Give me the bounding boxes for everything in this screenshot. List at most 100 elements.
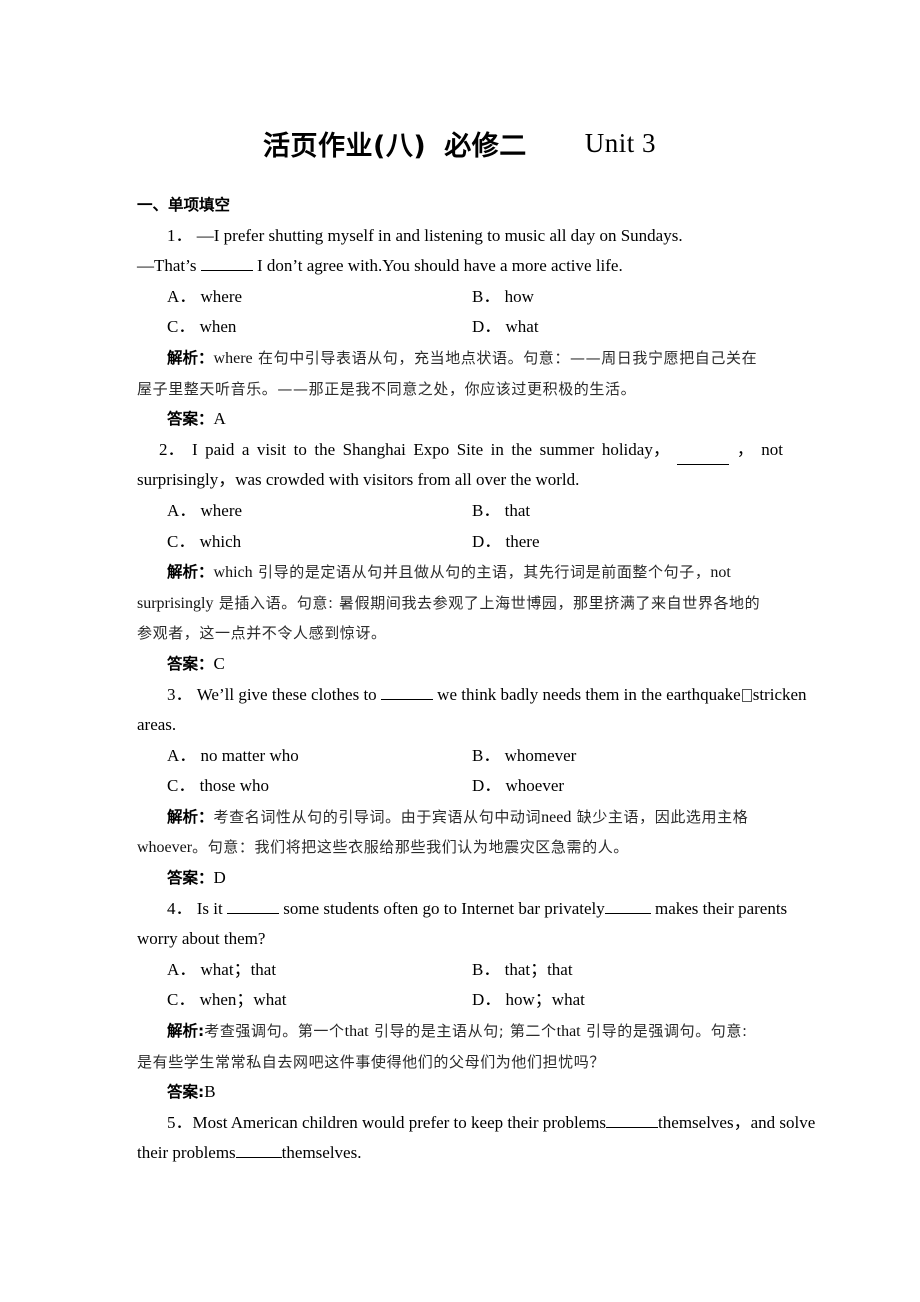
analysis-keyword: that (556, 1023, 581, 1041)
q2-w: I (191, 439, 198, 459)
option-1-B[interactable]: B． how (472, 282, 772, 313)
question-3-stem-line-2: areas. (137, 710, 783, 741)
analysis-keyword: not (710, 564, 731, 582)
question-2-number: 2． (159, 439, 185, 459)
analysis-keyword: that (344, 1023, 369, 1041)
option-2-D[interactable]: D． there (472, 527, 772, 558)
section-heading: 一、单项填空 (137, 196, 231, 214)
question-4-stem-prefix: Is it (196, 898, 223, 918)
analysis-text: 引导的是强调句。句意: (586, 1022, 748, 1041)
q2-w: a (241, 439, 250, 459)
option-4-D[interactable]: D． how；what (472, 985, 772, 1016)
option-3-C[interactable]: C． those who (167, 771, 472, 802)
question-2-analysis-line-3: 参观者，这一点并不令人感到惊讶。 (137, 618, 783, 649)
option-1-A[interactable]: A． where (167, 282, 472, 313)
q2-w: paid (205, 439, 235, 459)
question-3-stem-line-1: 3． We’ll give these clothes to we think … (137, 680, 807, 711)
question-4-stem-middle: some students often go to Internet bar p… (283, 898, 605, 918)
question-1-answer-row: 答案：A (167, 409, 226, 429)
option-3-A[interactable]: A． no matter who (167, 741, 472, 772)
question-4-options-row-2: C． when；what D． how；what (137, 985, 783, 1016)
question-4-stem-line-2: worry about them? (137, 924, 783, 955)
question-3-stem-suffix2: stricken (752, 684, 807, 704)
question-2-stem-text: surprisingly，was crowded with visitors f… (137, 470, 580, 490)
question-1-stem-prefix: —That’s (137, 256, 197, 276)
answer-label: 答案 (167, 869, 199, 888)
analysis-label: 解析 (167, 1022, 199, 1041)
question-3-blank[interactable] (380, 698, 433, 700)
q2-w: Expo (413, 439, 450, 459)
question-2-analysis-line-2: surprisingly 是插入语。句意: 暑假期间我去参观了上海世博园，那里挤… (137, 588, 783, 619)
option-1-D[interactable]: D． what (472, 312, 772, 343)
option-4-B[interactable]: B． that；that (472, 955, 772, 986)
question-3-options-row-1: A． no matter who B． whomever (137, 741, 783, 772)
q2-w: Shanghai (342, 439, 406, 459)
option-2-B[interactable]: B． that (472, 496, 772, 527)
document-body: 一、单项填空 1． —I prefer shutting myself in a… (137, 190, 815, 1169)
question-4-analysis-line-1: 解析:考查强调句。第一个that 引导的是主语从句; 第二个that 引导的是强… (167, 1022, 748, 1041)
option-2-A[interactable]: A． where (167, 496, 472, 527)
question-1-stem-text: —I prefer shutting myself in and listeni… (196, 225, 683, 245)
question-4-options-row-1: A． what；that B． that；that (137, 955, 783, 986)
answer-label: 答案 (167, 410, 199, 429)
option-2-C[interactable]: C． which (167, 527, 472, 558)
question-2-blank[interactable] (677, 435, 730, 466)
question-5-stem-line-2: their problems themselves. (137, 1138, 783, 1169)
section-heading-row: 一、单项填空 (137, 190, 783, 221)
q2-w: visit (256, 439, 287, 459)
question-2-analysis-line-1: 解析：which 引导的是定语从句并且做从句的主语，其先行词是前面整个句子，no… (167, 563, 731, 582)
q2-w: to (293, 439, 307, 459)
analysis-keyword: whoever (137, 839, 193, 857)
question-1-analysis-line-1: 解析：where 在句中引导表语从句，充当地点状语。句意：——周日我宁愿把自己关… (167, 348, 758, 367)
question-4-number: 4． (167, 898, 193, 918)
question-1-stem-line-1: 1． —I prefer shutting myself in and list… (137, 221, 783, 252)
analysis-text: 考查强调句。第一个 (204, 1022, 345, 1041)
analysis-text: 。句意：我们将把这些衣服给那些我们认为地震灾区急需的人。 (192, 838, 629, 857)
analysis-text: 引导的是主语从句; 第二个 (374, 1022, 557, 1041)
question-1-blank[interactable] (200, 270, 253, 272)
question-5-blank-2[interactable] (235, 1157, 282, 1159)
analysis-text: 是有些学生常常私自去网吧这件事使得他们的父母们为他们担忧吗？ (137, 1052, 606, 1071)
page-title: 活页作业(八) 必修二 Unit 3 (137, 120, 782, 166)
question-2-options-row-1: A． where B． that (137, 496, 783, 527)
option-1-C[interactable]: C． when (167, 312, 472, 343)
answer-1-value: A (213, 409, 226, 429)
analysis-keyword: need (541, 808, 572, 826)
answer-2-value: C (213, 653, 225, 673)
question-3-stem-text: areas. (137, 715, 177, 735)
analysis-text: 考查名词性从句的引导词。由于宾语从句中动词 (213, 807, 542, 826)
question-1-stem-suffix: I don’t agree with.You should have a mor… (257, 256, 623, 276)
question-1-options-row-1: A． where B． how (137, 282, 783, 313)
question-4-answer-row: 答案:B (167, 1082, 216, 1102)
q2-w: Site (456, 439, 484, 459)
question-4-stem-suffix: makes their parents (654, 898, 788, 918)
placeholder-box-icon (741, 689, 752, 703)
document-page: 活页作业(八) 必修二 Unit 3 一、单项填空 1． —I prefer s… (0, 0, 920, 1302)
question-4-stem-line-1: 4． Is it some students often go to Inter… (137, 894, 787, 925)
question-5-blank-1[interactable] (606, 1126, 659, 1128)
question-3-analysis-line-1: 解析：考查名词性从句的引导词。由于宾语从句中动词need 缺少主语，因此选用主格 (167, 807, 749, 826)
analysis-text: 参观者，这一点并不令人感到惊讶。 (137, 624, 387, 643)
option-4-C[interactable]: C． when；what (167, 985, 472, 1016)
question-4-analysis-line-2: 是有些学生常常私自去网吧这件事使得他们的父母们为他们担忧吗？ (137, 1047, 783, 1078)
q2-w: not (761, 439, 783, 459)
question-2-stem-line-1: 2． I paid a visit to the Shanghai Expo S… (137, 435, 783, 466)
question-2-answer-row: 答案：C (167, 653, 225, 673)
analysis-text: 缺少主语，因此选用主格 (576, 807, 749, 826)
option-4-A[interactable]: A． what；that (167, 955, 472, 986)
option-3-D[interactable]: D． whoever (472, 771, 772, 802)
analysis-text: 引导的是定语从句并且做从句的主语，其先行词是前面整个句子， (258, 563, 711, 582)
question-4-blank-2[interactable] (604, 912, 651, 914)
question-4-blank-1[interactable] (226, 912, 279, 914)
q2-w: in (490, 439, 504, 459)
answer-label: 答案 (167, 654, 199, 673)
title-unit-label: Unit 3 (584, 127, 656, 158)
q2-w: summer (539, 439, 595, 459)
option-3-B[interactable]: B． whomever (472, 741, 772, 772)
q2-w: the (314, 439, 336, 459)
analysis-text: 在句中引导表语从句，充当地点状语。句意：——周日我宁愿把自己关在 (258, 348, 758, 367)
title-worksheet-label: 活页作业(八) (263, 130, 427, 162)
question-4-stem-text: worry about them? (137, 929, 266, 949)
question-3-answer-row: 答案：D (167, 868, 226, 888)
question-3-stem-prefix: We’ll give these clothes to (196, 684, 377, 704)
